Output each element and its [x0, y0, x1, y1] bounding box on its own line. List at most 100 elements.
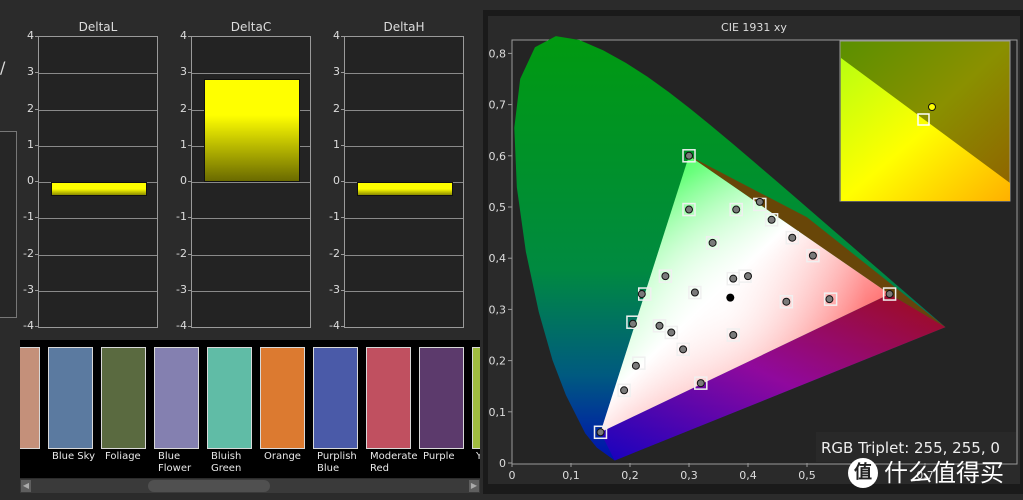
- y-tick-label: 0,5: [489, 201, 507, 214]
- cie-panel-inner: CIE 1931 xy 0 0,1 0,2 0,3 0,4 0,5 0,6 0,7 0 0,1 0,…: [488, 16, 1020, 484]
- measured-point: [744, 272, 752, 281]
- measured-point: [825, 295, 834, 304]
- y-tick-label: 4: [27, 29, 34, 42]
- swatch-blue-flower[interactable]: [154, 347, 199, 449]
- measured-point: [729, 331, 738, 339]
- y-tick-label: 1: [180, 137, 187, 151]
- x-tick-label: 0,1: [562, 469, 580, 482]
- y-tick-label: 0: [499, 457, 506, 470]
- cie-chart: CIE 1931 xy 0 0,1 0,2 0,3 0,4 0,5 0,6 0,7 0 0,1 0,…: [489, 21, 1018, 482]
- y-tick-label: -4: [329, 319, 340, 332]
- gridline: [39, 109, 157, 111]
- scroll-thumb[interactable]: [148, 480, 270, 492]
- y-tick-label: 0,2: [489, 355, 507, 368]
- measured-point: [667, 328, 676, 337]
- swatch-blue-sky[interactable]: [48, 347, 93, 449]
- swatch-kin[interactable]: [20, 347, 40, 449]
- rgb-triplet-text: RGB Triplet: 255, 255, 0: [821, 439, 1000, 457]
- delta-bar: [357, 182, 453, 196]
- y-tick-label: -4: [23, 319, 34, 332]
- delta-chart-title: DeltaH: [383, 20, 425, 34]
- swatch-bluish-green[interactable]: [207, 347, 252, 449]
- delta-plot-area: [344, 36, 464, 328]
- y-tick-label: 4: [180, 29, 187, 42]
- y-tick-label: -1: [329, 210, 340, 224]
- measured-point: [767, 215, 776, 224]
- x-tick-label: 0,2: [621, 469, 639, 482]
- measured-point: [620, 386, 629, 395]
- color-swatch-strip[interactable]: kinBlue Sky Foliage Blue Flower Bluish Gree…: [20, 340, 480, 478]
- measured-point: [685, 151, 693, 160]
- y-tick-label: -2: [23, 246, 34, 260]
- y-tick-label: 1: [27, 137, 34, 151]
- measured-point: [679, 345, 688, 354]
- delta-chart-deltah: DeltaH 4 3 2 1 0 -1 -2 -3 -4: [306, 0, 466, 335]
- swatch-label: Moderate Red: [370, 451, 418, 474]
- swatch-ye-gr[interactable]: [472, 347, 480, 449]
- y-tick-label: 0: [333, 174, 340, 187]
- gridline: [192, 290, 310, 292]
- gridline: [192, 73, 310, 75]
- delta-plot-area: [191, 36, 311, 328]
- y-tick-label: -3: [23, 282, 34, 296]
- swatch-label: Purple: [423, 451, 455, 462]
- inset-measured-point: [928, 103, 936, 111]
- gridline: [39, 254, 157, 256]
- y-tick-label: 4: [333, 29, 340, 42]
- x-tick-label: 0,5: [798, 469, 816, 482]
- y-tick-label: 3: [180, 65, 187, 79]
- y-tick-label: 2: [180, 101, 187, 115]
- gridline: [192, 182, 310, 183]
- scroll-right-button[interactable]: ▶: [469, 480, 479, 492]
- horizontal-scrollbar[interactable]: ◀ ▶: [20, 479, 480, 493]
- y-tick-label: -2: [329, 246, 340, 260]
- swatch-moderate-red[interactable]: [366, 347, 411, 449]
- swatch-purplish-blue[interactable]: [313, 347, 358, 449]
- delta-bar: [51, 182, 147, 196]
- measured-point: [885, 290, 894, 299]
- delta-chart-deltac: DeltaC 4 3 2 1 0 -1 -2 -3 -4: [153, 0, 313, 335]
- swatch-orange[interactable]: [260, 347, 305, 449]
- y-tick-label: 0: [180, 174, 187, 187]
- delta-chart-title: DeltaL: [78, 20, 118, 34]
- measured-point: [628, 319, 637, 328]
- gridline: [192, 218, 310, 220]
- gridline: [345, 109, 463, 111]
- measured-point: [596, 428, 605, 437]
- y-tick-label: -4: [176, 319, 187, 332]
- swatch-label: Foliage: [105, 451, 141, 462]
- measured-point: [690, 288, 699, 297]
- x-tick-label: 0,4: [739, 469, 757, 482]
- cie-title: CIE 1931 xy: [721, 21, 787, 34]
- measured-point: [729, 274, 738, 283]
- watermark-text: 什么值得买: [884, 459, 1004, 487]
- delta-chart-deltal: DeltaL 4 3 2 1 0 -1 -2 -3 -4: [0, 0, 160, 335]
- scroll-left-button[interactable]: ◀: [21, 480, 31, 492]
- swatch-label: Purplish Blue: [317, 451, 357, 474]
- y-tick-label: -3: [176, 282, 187, 296]
- gridline: [345, 254, 463, 256]
- gridline: [345, 290, 463, 292]
- measured-point: [696, 379, 705, 388]
- y-tick-label: -3: [329, 282, 340, 296]
- x-tick-label: 0,3: [680, 469, 698, 482]
- gridline: [192, 254, 310, 256]
- swatch-purple[interactable]: [419, 347, 464, 449]
- watermark-logo: 值: [848, 458, 878, 488]
- measured-point: [782, 297, 791, 306]
- gridline: [39, 218, 157, 220]
- y-tick-label: 0,1: [489, 406, 507, 419]
- measured-point: [708, 238, 717, 247]
- swatch-label: Orange: [264, 451, 301, 462]
- measured-point: [637, 290, 646, 299]
- y-tick-label: -1: [176, 210, 187, 224]
- gridline: [39, 290, 157, 292]
- measured-point: [755, 197, 764, 206]
- swatch-foliage[interactable]: [101, 347, 146, 449]
- delta-bar: [204, 78, 300, 182]
- y-tick-label: -2: [176, 246, 187, 260]
- delta-plot-area: [38, 36, 158, 328]
- gridline: [345, 145, 463, 147]
- gridline: [39, 73, 157, 75]
- watermark: 值 什么值得买: [848, 458, 1023, 494]
